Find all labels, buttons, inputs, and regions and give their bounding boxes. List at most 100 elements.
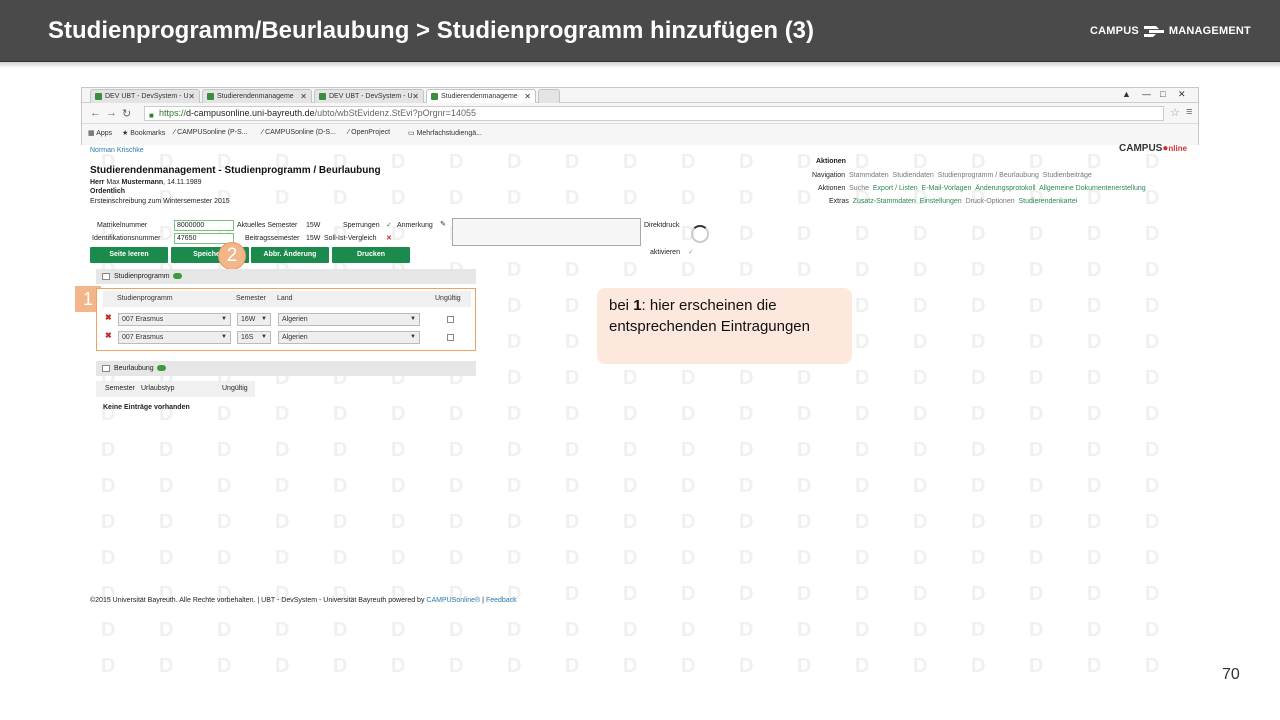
anmerkung-textarea[interactable] (452, 218, 641, 246)
bookmark-campusonline-p[interactable]: ⁄ CAMPUSonline (P-S... (174, 129, 248, 136)
watermark-letter: D (333, 187, 348, 209)
program-select[interactable]: 007 Erasmus ▼ (118, 331, 231, 344)
watermark-letter: D (739, 259, 754, 281)
forward-icon[interactable]: → (106, 107, 117, 119)
watermark-letter: D (333, 439, 348, 461)
watermark-letter: D (681, 655, 696, 677)
user-link[interactable]: Norman Krischke (90, 147, 144, 154)
maximize-icon[interactable]: □ (1160, 89, 1165, 99)
watermark-letter: D (507, 619, 522, 641)
minimize-icon[interactable]: — (1142, 89, 1151, 99)
akt-dokumente[interactable]: Allgemeine Dokumentenerstellung (1039, 185, 1146, 192)
seite-leeren-button[interactable]: Seite leeren (90, 247, 168, 263)
studienprogramm-section-bar[interactable]: Studienprogramm (96, 269, 476, 284)
ungueltig-checkbox[interactable] (447, 334, 454, 341)
akt-email[interactable]: E-Mail-Vorlagen (922, 185, 972, 192)
empty-message: Keine Einträge vorhanden (103, 404, 190, 411)
pencil-icon[interactable]: ✎ (440, 220, 446, 228)
bookmark-bookmarks[interactable]: ★ Bookmarks (122, 129, 165, 137)
studienprogramm-section-title: Studienprogramm (114, 273, 170, 280)
watermark-letter: D (1029, 151, 1044, 173)
delete-row-icon[interactable]: ✖ (105, 331, 112, 340)
url-scheme: https:// (159, 108, 187, 118)
watermark-letter: D (1145, 403, 1160, 425)
url-domain: d-campusonline.uni-bayreuth.de (186, 108, 315, 118)
watermark-letter: D (855, 547, 870, 569)
browser-tabbar: DEV UBT - DevSystem - U ✕ Studierendenman… (82, 88, 1198, 103)
star-icon[interactable]: ☆ (1170, 106, 1180, 119)
watermark-letter: D (507, 475, 522, 497)
land-select[interactable]: Algerien ▼ (278, 331, 420, 344)
watermark-letter: D (333, 511, 348, 533)
browser-tab-2[interactable]: Studierendenmanageme ✕ (202, 89, 312, 103)
beurlaubung-section-bar[interactable]: Beurlaubung (96, 361, 476, 376)
delete-row-icon[interactable]: ✖ (105, 313, 112, 322)
feedback-link[interactable]: Feedback (486, 597, 517, 604)
extras-druck[interactable]: Druck-Optionen (966, 198, 1015, 205)
land-select[interactable]: Algerien ▼ (278, 313, 420, 326)
watermark-letter: D (275, 475, 290, 497)
watermark-letter: D (565, 475, 580, 497)
window-close-icon[interactable]: ✕ (1178, 89, 1186, 100)
program-select[interactable]: 007 Erasmus ▼ (118, 313, 231, 326)
bookmark-apps[interactable]: ▦ Apps (88, 129, 112, 137)
watermark-letter: D (797, 367, 812, 389)
watermark-letter: D (1029, 223, 1044, 245)
bookmark-openproject[interactable]: ⁄ OpenProject (348, 129, 390, 136)
bookmark-mehrfach[interactable]: ▭ Mehrfachstudiengä... (408, 129, 482, 137)
nav-stammdaten[interactable]: Stammdaten (849, 172, 889, 179)
watermark-letter: D (681, 619, 696, 641)
extras-zusatz[interactable]: Zusatz-Stammdaten (853, 198, 916, 205)
watermark-letter: D (507, 331, 522, 353)
watermark-letter: D (855, 223, 870, 245)
reload-icon[interactable]: ↻ (122, 107, 131, 120)
akt-suche[interactable]: Suche (849, 185, 869, 192)
watermark-letter: D (391, 187, 406, 209)
watermark-letter: D (855, 619, 870, 641)
marker-2: 2 (218, 242, 246, 270)
browser-tab-4-active[interactable]: Studierendenmanageme ✕ (426, 89, 536, 103)
add-icon[interactable] (172, 273, 182, 280)
watermark-letter: D (275, 403, 290, 425)
watermark-letter: D (391, 403, 406, 425)
matrikel-input[interactable]: 8000000 (174, 220, 234, 231)
add-icon[interactable] (156, 365, 166, 372)
new-tab-button[interactable] (538, 89, 560, 103)
watermark-letter: D (159, 223, 174, 245)
aktivieren-checkbox[interactable]: ✓ (688, 248, 694, 256)
watermark-letter: D (1029, 511, 1044, 533)
watermark-letter: D (391, 475, 406, 497)
tab-close-icon[interactable]: ✕ (412, 90, 419, 103)
akt-export[interactable]: Export / Listen (873, 185, 918, 192)
browser-tab-3[interactable]: DEV UBT - DevSystem - U ✕ (314, 89, 424, 103)
url-bar[interactable]: ■ https://d-campusonline.uni-bayreuth.de… (144, 106, 1164, 121)
watermark-letter: D (623, 259, 638, 281)
campusonline-link[interactable]: CAMPUSonline® (426, 597, 480, 604)
watermark-letter: D (623, 439, 638, 461)
ident-input[interactable]: 47650 (174, 233, 234, 244)
bookmark-campusonline-d[interactable]: ⁄ CAMPUSonline (D-S... (262, 129, 336, 136)
akt-protokoll[interactable]: Änderungsprotokoll (975, 185, 1035, 192)
abbr-aenderung-button[interactable]: Abbr. Änderung (251, 247, 329, 263)
nav-studienprogramm[interactable]: Studienprogramm / Beurlaubung (938, 172, 1039, 179)
nav-studienbeitraege[interactable]: Studienbeiträge (1043, 172, 1092, 179)
menu-icon[interactable]: ≡ (1186, 106, 1192, 118)
watermark-letter: D (333, 619, 348, 641)
nav-studiendaten[interactable]: Studiendaten (893, 172, 934, 179)
user-icon[interactable]: ▲ (1122, 89, 1131, 99)
tab-close-icon[interactable]: ✕ (188, 90, 195, 103)
extras-kartei[interactable]: Studierendenkartei (1019, 198, 1078, 205)
drucken-button[interactable]: Drucken (332, 247, 410, 263)
tab-close-icon[interactable]: ✕ (524, 90, 531, 103)
watermark-letter: D (971, 511, 986, 533)
semester-select[interactable]: 16S ▼ (237, 331, 271, 344)
tab-favicon-icon (95, 93, 102, 100)
extras-einstellungen[interactable]: Einstellungen (920, 198, 962, 205)
semester-select[interactable]: 16W ▼ (237, 313, 271, 326)
watermark-letter: D (971, 439, 986, 461)
browser-tab-1[interactable]: DEV UBT - DevSystem - U ✕ (90, 89, 200, 103)
back-icon[interactable]: ← (90, 107, 101, 119)
watermark-letter: D (739, 367, 754, 389)
ungueltig-checkbox[interactable] (447, 316, 454, 323)
tab-close-icon[interactable]: ✕ (300, 90, 307, 103)
